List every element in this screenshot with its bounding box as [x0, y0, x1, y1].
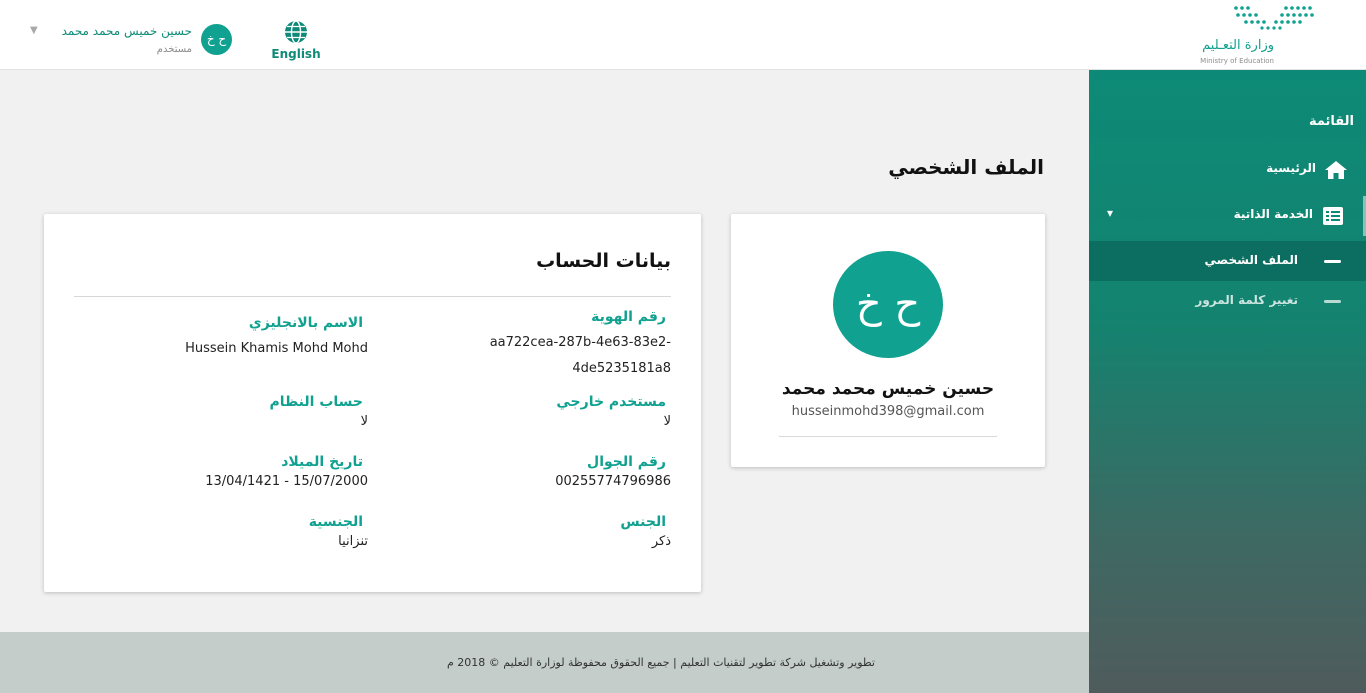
field-value: 13/04/1421 - 15/07/2000 — [205, 474, 368, 489]
field-gender: الجنس ذكر — [431, 514, 671, 554]
sidebar-item-self-service[interactable]: الخدمة الذاتية ▾ — [1089, 196, 1366, 236]
profile-email: husseinmohd398@gmail.com — [791, 404, 985, 419]
field-label: مستخدم خارجي — [556, 394, 666, 410]
user-role: مستخدم — [156, 44, 192, 55]
divider — [779, 436, 997, 437]
field-birth-date: تاريخ الميلاد 13/04/1421 - 15/07/2000 — [128, 454, 368, 494]
language-switch[interactable]: English — [270, 20, 322, 64]
dash-icon — [1324, 300, 1341, 303]
divider — [74, 296, 671, 297]
field-value: لا — [360, 414, 368, 429]
field-value: Hussein Khamis Mohd Mohd — [185, 341, 368, 356]
field-english-name: الاسم بالانجليزي Hussein Khamis Mohd Moh… — [128, 315, 368, 361]
logo-english-text: Ministry of Education — [1200, 57, 1274, 65]
field-value: تنزانيا — [338, 534, 368, 549]
top-header: ▼ حسين خميس محمد محمد مستخدم ح خ English — [0, 0, 1366, 70]
sidebar-subitem-label: الملف الشخصي — [1204, 253, 1298, 267]
field-value: 4de5235181a8 — [572, 361, 671, 376]
field-label: تاريخ الميلاد — [281, 454, 363, 470]
field-mobile: رقم الجوال 00255774796986 — [431, 454, 671, 494]
sidebar-subitem-label: تغيير كلمة المرور — [1195, 293, 1298, 307]
language-label: English — [271, 47, 321, 61]
field-external-user: مستخدم خارجي لا — [431, 394, 671, 434]
account-title: بيانات الحساب — [536, 250, 671, 272]
profile-card: ح خ حسين خميس محمد محمد husseinmohd398@g… — [731, 214, 1045, 467]
field-label: الجنس — [620, 514, 666, 530]
sidebar-item-label: الخدمة الذاتية — [1233, 207, 1313, 221]
profile-avatar: ح خ — [833, 251, 943, 358]
user-name: حسين خميس محمد محمد — [61, 24, 192, 38]
profile-name: حسين خميس محمد محمد — [781, 379, 995, 399]
field-label: الاسم بالانجليزي — [248, 315, 363, 331]
sidebar-title: القائمة — [1308, 114, 1354, 129]
list-icon — [1323, 207, 1343, 225]
field-id-number: رقم الهوية aa722cea-287b-4e63-83e2- 4de5… — [431, 309, 671, 381]
field-label: حساب النظام — [269, 394, 363, 410]
chevron-down-icon: ▾ — [1107, 206, 1114, 220]
chevron-down-icon[interactable]: ▼ — [30, 25, 38, 36]
user-menu[interactable]: ▼ حسين خميس محمد محمد مستخدم — [30, 22, 200, 58]
field-value: aa722cea-287b-4e63-83e2- — [489, 335, 671, 350]
logo-arabic-text: وزارة التعـليم — [1202, 38, 1274, 53]
sidebar: القائمة الرئيسية الخدمة الذاتية ▾ الملف … — [1089, 70, 1366, 693]
logo-dots-icon — [1234, 6, 1314, 30]
field-value: لا — [663, 414, 671, 429]
field-value: ذكر — [651, 534, 671, 549]
sidebar-subitem-profile[interactable]: الملف الشخصي — [1089, 241, 1366, 281]
account-card: بيانات الحساب رقم الهوية aa722cea-287b-4… — [44, 214, 701, 592]
field-nationality: الجنسية تنزانيا — [128, 514, 368, 554]
home-icon — [1325, 161, 1347, 179]
dash-icon — [1324, 260, 1341, 263]
sidebar-item-label: الرئيسية — [1266, 161, 1316, 175]
avatar[interactable]: ح خ — [201, 24, 232, 55]
ministry-logo: وزارة التعـليم Ministry of Education — [1200, 2, 1330, 66]
sidebar-subitem-change-password[interactable]: تغيير كلمة المرور — [1089, 281, 1366, 321]
page-title: الملف الشخصي — [888, 155, 1044, 179]
footer: تطوير وتشغيل شركة تطوير لتقنيات التعليم … — [0, 632, 1089, 693]
field-value: 00255774796986 — [555, 474, 671, 489]
field-label: رقم الجوال — [587, 454, 666, 470]
field-label: الجنسية — [308, 514, 363, 530]
globe-icon — [285, 20, 307, 44]
field-system-account: حساب النظام لا — [128, 394, 368, 434]
footer-copyright: تطوير وتشغيل شركة تطوير لتقنيات التعليم … — [446, 656, 875, 669]
sidebar-item-home[interactable]: الرئيسية — [1089, 150, 1366, 190]
field-label: رقم الهوية — [591, 309, 666, 325]
